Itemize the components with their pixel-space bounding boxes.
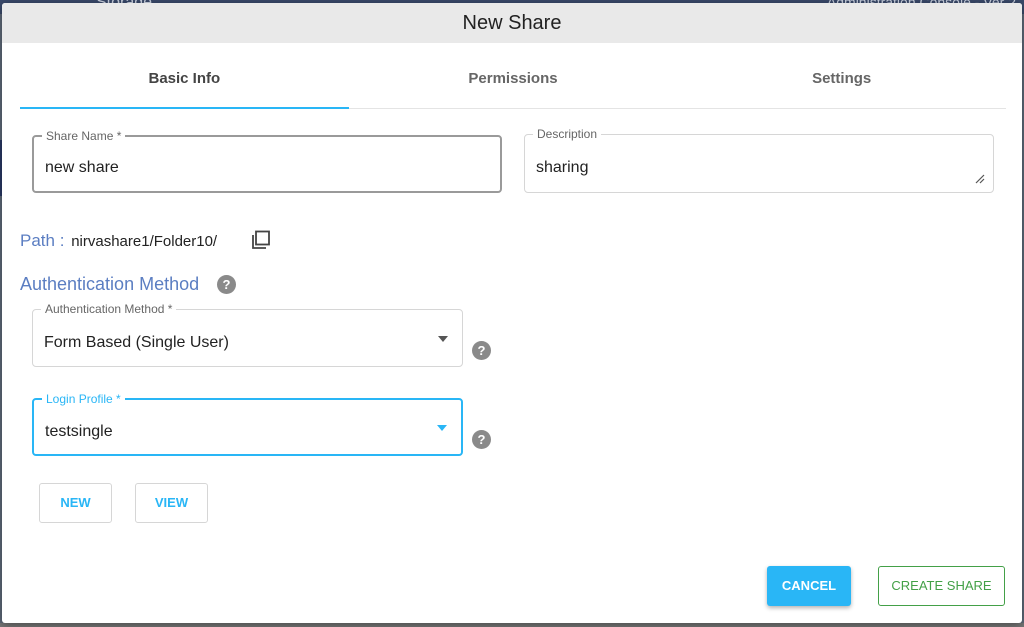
path-row: Path : nirvashare1/Folder10/ <box>20 230 270 251</box>
tab-permissions[interactable]: Permissions <box>349 61 678 108</box>
auth-method-label: Authentication Method * <box>41 302 177 316</box>
auth-method-heading-text: Authentication Method <box>20 274 200 294</box>
auth-method-select[interactable]: Authentication Method * Form Based (Sing… <box>32 302 463 367</box>
share-name-field[interactable]: Share Name * new share <box>32 129 502 193</box>
login-profile-value: testsingle <box>45 423 113 440</box>
background-footer-edge <box>0 623 1024 627</box>
share-name-label: Share Name * <box>42 129 126 143</box>
auth-method-help-icon[interactable]: ? <box>472 341 491 360</box>
copy-icon[interactable] <box>250 229 272 251</box>
dialog-title: New Share <box>2 3 1022 43</box>
chevron-down-icon[interactable] <box>437 425 447 431</box>
chevron-down-icon[interactable] <box>438 336 448 342</box>
path-label: Path <box>20 231 55 250</box>
new-profile-button[interactable]: NEW <box>39 483 112 523</box>
share-name-input[interactable]: new share <box>45 159 119 177</box>
tab-settings[interactable]: Settings <box>677 61 1006 108</box>
login-profile-select[interactable]: Login Profile * testsingle <box>32 392 463 456</box>
login-profile-label: Login Profile * <box>42 392 125 406</box>
description-label: Description <box>533 127 602 141</box>
login-profile-help-icon[interactable]: ? <box>472 430 491 449</box>
auth-method-value: Form Based (Single User) <box>44 334 229 351</box>
auth-heading-help-icon[interactable]: ? <box>217 275 236 294</box>
path-separator: : <box>59 231 65 250</box>
view-profile-button[interactable]: VIEW <box>135 483 208 523</box>
create-share-button[interactable]: CREATE SHARE <box>878 566 1005 606</box>
resize-handle-icon[interactable] <box>973 172 985 184</box>
description-field[interactable]: Description sharing <box>524 127 994 193</box>
tab-bar: Basic Info Permissions Settings <box>20 61 1006 109</box>
new-share-dialog: New Share Basic Info Permissions Setting… <box>2 3 1022 623</box>
auth-method-heading: Authentication Method <box>20 274 199 295</box>
tab-basic-info[interactable]: Basic Info <box>20 61 349 109</box>
path-value: nirvashare1/Folder10/ <box>71 233 218 250</box>
cancel-button[interactable]: CANCEL <box>767 566 851 606</box>
description-input[interactable]: sharing <box>536 159 588 177</box>
